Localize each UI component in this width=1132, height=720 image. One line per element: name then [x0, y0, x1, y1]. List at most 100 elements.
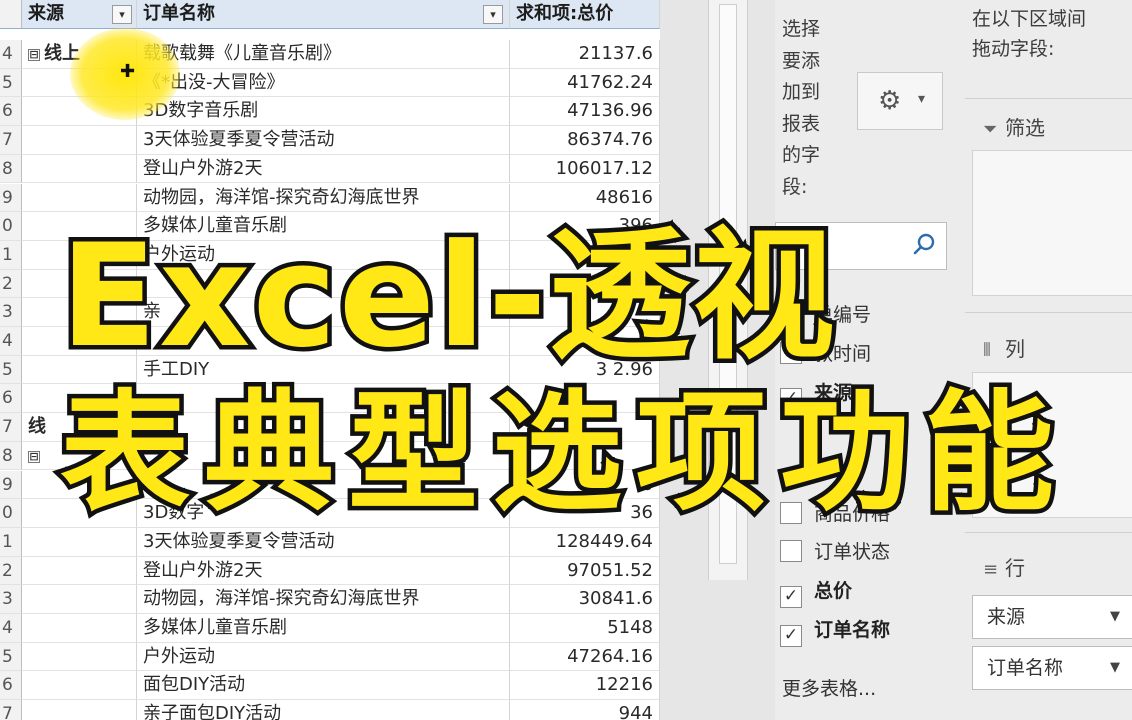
- order-name-cell[interactable]: 亲子面包DIY活动: [137, 700, 510, 720]
- total-cell[interactable]: 47136.96: [510, 97, 660, 127]
- order-name-cell[interactable]: 动物园，海洋馆-探究奇幻海底世界: [137, 585, 510, 614]
- row-number[interactable]: 4: [0, 327, 22, 356]
- row-number[interactable]: 0: [0, 499, 22, 528]
- chevron-down-icon[interactable]: ▼: [1110, 647, 1120, 689]
- total-header-cell[interactable]: 求和项:总价: [510, 0, 660, 29]
- row-number[interactable]: 4: [0, 614, 22, 643]
- row-number[interactable]: 1: [0, 240, 22, 270]
- row-number[interactable]: 5: [0, 68, 22, 98]
- total-cell[interactable]: [510, 327, 660, 356]
- order-name-cell[interactable]: 3D数字: [137, 499, 510, 528]
- order-name-cell[interactable]: 户外运动: [137, 240, 510, 270]
- source-cell[interactable]: [22, 614, 137, 643]
- source-cell[interactable]: [22, 298, 137, 327]
- total-cell[interactable]: [510, 298, 660, 327]
- source-cell[interactable]: [22, 154, 137, 184]
- order-name-cell[interactable]: 手工DIY: [137, 355, 510, 385]
- row-number[interactable]: 7: [0, 413, 22, 442]
- order-name-cell[interactable]: 3D数字音乐剧: [137, 97, 510, 127]
- order-name-cell[interactable]: [137, 384, 510, 414]
- field-checkbox[interactable]: ✓: [780, 388, 802, 410]
- total-cell[interactable]: [510, 413, 660, 442]
- source-cell[interactable]: [22, 384, 137, 414]
- source-cell[interactable]: [22, 269, 137, 299]
- field-item[interactable]: ✓ 总价: [780, 576, 852, 608]
- total-cell[interactable]: [510, 384, 660, 414]
- field-search-input[interactable]: [775, 222, 947, 270]
- source-cell[interactable]: ⊟: [22, 441, 137, 471]
- total-cell[interactable]: [510, 269, 660, 299]
- row-number[interactable]: 8: [0, 441, 22, 471]
- row-number[interactable]: 1: [0, 527, 22, 557]
- total-cell[interactable]: 41762.24: [510, 68, 660, 98]
- total-cell[interactable]: 97051.52: [510, 556, 660, 586]
- source-cell[interactable]: [22, 700, 137, 720]
- order-name-header-cell[interactable]: 订单名称 ▾: [137, 0, 510, 29]
- collapse-icon[interactable]: ⊟: [28, 450, 40, 463]
- field-item[interactable]: ✓ 订单名称: [780, 615, 890, 647]
- total-cell[interactable]: 6: [510, 240, 660, 270]
- source-header-cell[interactable]: 来源 ▾: [22, 0, 137, 29]
- order-name-cell[interactable]: 3天体验夏季夏令营活动: [137, 126, 510, 155]
- order-name-cell[interactable]: 载歌载舞《儿童音乐剧》: [137, 40, 510, 69]
- order-name-cell[interactable]: [137, 413, 510, 442]
- total-cell[interactable]: 128449.64: [510, 527, 660, 557]
- field-item[interactable]: 订单状态: [780, 537, 890, 567]
- total-cell[interactable]: 86374.76: [510, 126, 660, 155]
- source-cell[interactable]: [22, 642, 137, 672]
- total-cell[interactable]: 36: [510, 499, 660, 528]
- total-cell[interactable]: 48616: [510, 183, 660, 213]
- row-number[interactable]: 2: [0, 269, 22, 299]
- order-name-cell[interactable]: 多媒体儿童音乐剧: [137, 614, 510, 643]
- source-filter-button[interactable]: ▾: [112, 5, 132, 24]
- field-item[interactable]: 款时间: [780, 339, 871, 369]
- order-name-cell[interactable]: [137, 269, 510, 299]
- collapse-icon[interactable]: ⊟: [28, 49, 40, 61]
- row-number[interactable]: 4: [0, 40, 22, 69]
- order-name-cell[interactable]: 动物园，海洋馆-探究奇幻海底世界: [137, 183, 510, 213]
- total-cell[interactable]: 944: [510, 700, 660, 720]
- field-checkbox[interactable]: ✓: [780, 586, 802, 608]
- row-number[interactable]: 6: [0, 671, 22, 701]
- row-number[interactable]: 2: [0, 556, 22, 586]
- source-cell[interactable]: [22, 183, 137, 213]
- row-number[interactable]: 9: [0, 470, 22, 500]
- field-list-settings-button[interactable]: ⚙ ▾: [857, 72, 943, 130]
- field-item[interactable]: 商品价格: [780, 499, 890, 529]
- total-cell[interactable]: 5148: [510, 614, 660, 643]
- order-name-cell[interactable]: 登山户外游2天: [137, 154, 510, 184]
- row-number[interactable]: 5: [0, 642, 22, 672]
- row-number[interactable]: 7: [0, 700, 22, 720]
- total-cell[interactable]: 30841.6: [510, 585, 660, 614]
- source-cell[interactable]: [22, 240, 137, 270]
- total-cell[interactable]: [510, 441, 660, 471]
- total-cell[interactable]: 12216: [510, 671, 660, 701]
- source-cell[interactable]: [22, 556, 137, 586]
- row-number[interactable]: 0: [0, 212, 22, 241]
- source-cell[interactable]: [22, 126, 137, 155]
- order-name-filter-button[interactable]: ▾: [483, 5, 503, 24]
- field-item[interactable]: 单编号: [780, 300, 871, 330]
- row-number[interactable]: 6: [0, 97, 22, 127]
- total-cell[interactable]: 396: [510, 212, 660, 241]
- order-name-cell[interactable]: 亲: [137, 298, 510, 327]
- column-drop-zone[interactable]: [972, 372, 1132, 518]
- order-name-cell[interactable]: 户外运动: [137, 642, 510, 672]
- order-name-cell[interactable]: [137, 470, 510, 500]
- source-cell[interactable]: [22, 355, 137, 385]
- source-cell[interactable]: [22, 499, 137, 528]
- total-cell[interactable]: 6: [510, 470, 660, 500]
- source-cell[interactable]: [22, 470, 137, 500]
- row-number[interactable]: 9: [0, 183, 22, 213]
- order-name-cell[interactable]: 面包DIY活动: [137, 671, 510, 701]
- filter-drop-zone[interactable]: [972, 150, 1132, 296]
- row-number[interactable]: 5: [0, 355, 22, 385]
- field-checkbox[interactable]: [780, 540, 802, 562]
- field-checkbox[interactable]: [780, 342, 802, 364]
- vertical-scrollbar[interactable]: [708, 0, 748, 580]
- field-checkbox[interactable]: ✓: [780, 625, 802, 647]
- order-name-cell[interactable]: 《*出没-大冒险》: [137, 68, 510, 98]
- field-item[interactable]: ✓ 来源: [780, 378, 852, 410]
- row-field-source[interactable]: 来源 ▼: [972, 595, 1132, 639]
- source-cell[interactable]: [22, 585, 137, 614]
